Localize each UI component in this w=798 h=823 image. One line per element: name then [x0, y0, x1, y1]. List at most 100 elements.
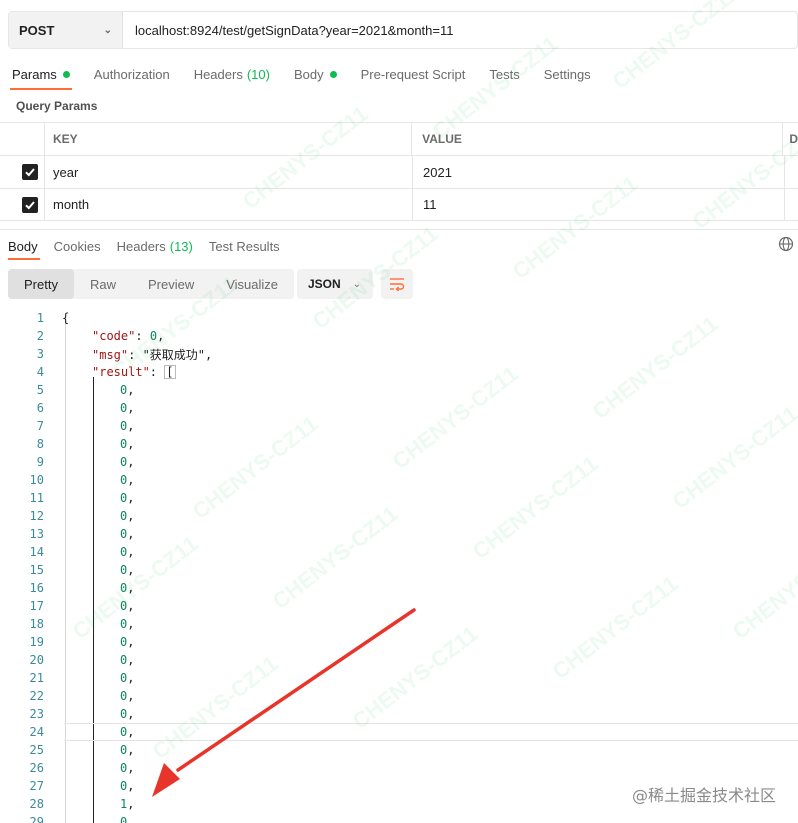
tab-label: Params [12, 66, 57, 82]
code-line: 20 0, [0, 651, 798, 669]
view-mode-group: Pretty Raw Preview Visualize [8, 269, 295, 299]
code-line: 29 0 [0, 813, 798, 823]
site-watermark: @稀土掘金技术社区 [631, 786, 776, 805]
tab-tests[interactable]: Tests [477, 58, 531, 90]
code-text: 0, [120, 653, 135, 667]
line-number: 11 [29, 491, 44, 505]
view-raw-button[interactable]: Raw [74, 269, 132, 299]
view-preview-button[interactable]: Preview [132, 269, 210, 299]
line-number: 10 [29, 473, 44, 487]
tab-count: (10) [246, 66, 270, 82]
column-header-value: VALUE [412, 123, 784, 155]
code-text: 0, [120, 419, 135, 433]
tab-response-headers[interactable]: Headers (13) [109, 232, 201, 260]
tab-label: Cookies [53, 238, 101, 254]
code-line: 10 0, [0, 471, 798, 489]
tab-label: Headers [116, 238, 166, 254]
code-line: 21 0, [0, 669, 798, 687]
chevron-down-icon: ⌄ [103, 24, 112, 36]
tab-label: Body [8, 238, 38, 254]
line-number: 7 [36, 419, 44, 433]
tab-label: Headers [193, 66, 243, 82]
status-dot-icon [329, 70, 337, 78]
tab-response-body[interactable]: Body [0, 232, 46, 260]
table-row: year 2021 [0, 155, 798, 188]
code-line: 9 0, [0, 453, 798, 471]
check-icon [25, 168, 35, 177]
view-pretty-button[interactable]: Pretty [8, 269, 74, 299]
code-text: 1, [120, 797, 135, 811]
tab-settings[interactable]: Settings [532, 58, 603, 90]
code-text: 0, [120, 707, 135, 721]
param-value-field[interactable]: 2021 [413, 156, 785, 188]
code-text: 0, [120, 437, 135, 451]
line-number: 19 [29, 635, 44, 649]
code-text: 0, [120, 671, 135, 685]
code-text: 0, [120, 635, 135, 649]
param-checkbox[interactable] [22, 164, 38, 180]
query-params-title: Query Params [16, 99, 98, 113]
code-text: 0, [120, 383, 135, 397]
code-text: "code": 0, [92, 329, 165, 343]
method-select[interactable]: POST ⌄ [9, 12, 123, 48]
line-number: 29 [29, 815, 44, 823]
code-line: 24 0, [0, 723, 798, 741]
table-header-row: KEY VALUE D [0, 122, 798, 155]
wrap-lines-button[interactable] [381, 269, 413, 299]
tab-headers[interactable]: Headers (10) [182, 58, 282, 90]
tab-test-results[interactable]: Test Results [201, 232, 288, 260]
code-text: 0 [120, 815, 128, 823]
line-number: 26 [29, 761, 44, 775]
code-line: 2 "code": 0, [0, 327, 798, 345]
tab-pre-request-script[interactable]: Pre-request Script [349, 58, 478, 90]
param-checkbox[interactable] [22, 196, 38, 213]
code-line: 5 0, [0, 381, 798, 399]
code-line: 12 0, [0, 507, 798, 525]
format-select[interactable]: JSON ⌄ [297, 269, 373, 299]
line-number: 5 [36, 383, 44, 397]
format-label: JSON [308, 277, 341, 291]
code-line: 3 "msg": "获取成功", [0, 345, 798, 363]
code-text: "result": [ [92, 365, 176, 379]
tab-body[interactable]: Body [282, 58, 349, 90]
code-line: 26 0, [0, 759, 798, 777]
tab-count: (13) [169, 238, 193, 254]
code-text: { [62, 311, 70, 325]
method-label: POST [19, 22, 55, 38]
url-input[interactable]: localhost:8924/test/getSignData?year=202… [123, 12, 454, 48]
view-visualize-button[interactable]: Visualize [210, 269, 294, 299]
column-header-description: D [789, 132, 798, 146]
code-line: 7 0, [0, 417, 798, 435]
code-text: 0, [120, 581, 135, 595]
header-check-cell [0, 123, 45, 155]
code-line: 13 0, [0, 525, 798, 543]
param-value-field[interactable]: 11 [413, 189, 785, 220]
column-header-key: KEY [45, 123, 413, 155]
param-description-field[interactable] [785, 156, 798, 188]
line-number: 28 [29, 797, 44, 811]
param-key-field[interactable]: month [45, 189, 413, 220]
check-icon [25, 200, 35, 209]
line-number: 3 [36, 347, 44, 361]
code-text: 0, [120, 761, 135, 775]
code-line: 8 0, [0, 435, 798, 453]
code-text: 0, [120, 599, 135, 613]
tab-response-cookies[interactable]: Cookies [46, 232, 109, 260]
globe-icon[interactable] [778, 236, 794, 252]
tab-label: Authorization [93, 66, 170, 82]
param-description-field[interactable] [785, 189, 798, 220]
code-line: 15 0, [0, 561, 798, 579]
code-text: 0, [120, 455, 135, 469]
line-number: 13 [29, 527, 44, 541]
chevron-down-icon: ⌄ [352, 278, 361, 290]
line-number: 24 [29, 725, 44, 739]
tab-authorization[interactable]: Authorization [82, 58, 182, 90]
line-number: 9 [36, 455, 44, 469]
code-text: 0, [120, 527, 135, 541]
wrap-lines-icon [390, 278, 405, 291]
tab-params[interactable]: Params [0, 58, 82, 90]
line-number: 18 [29, 617, 44, 631]
code-text: 0, [120, 689, 135, 703]
response-body-editor[interactable]: 1{2 "code": 0, 3 "msg": "获取成功", 4 "result": [… [0, 309, 798, 823]
param-key-field[interactable]: year [45, 156, 413, 188]
